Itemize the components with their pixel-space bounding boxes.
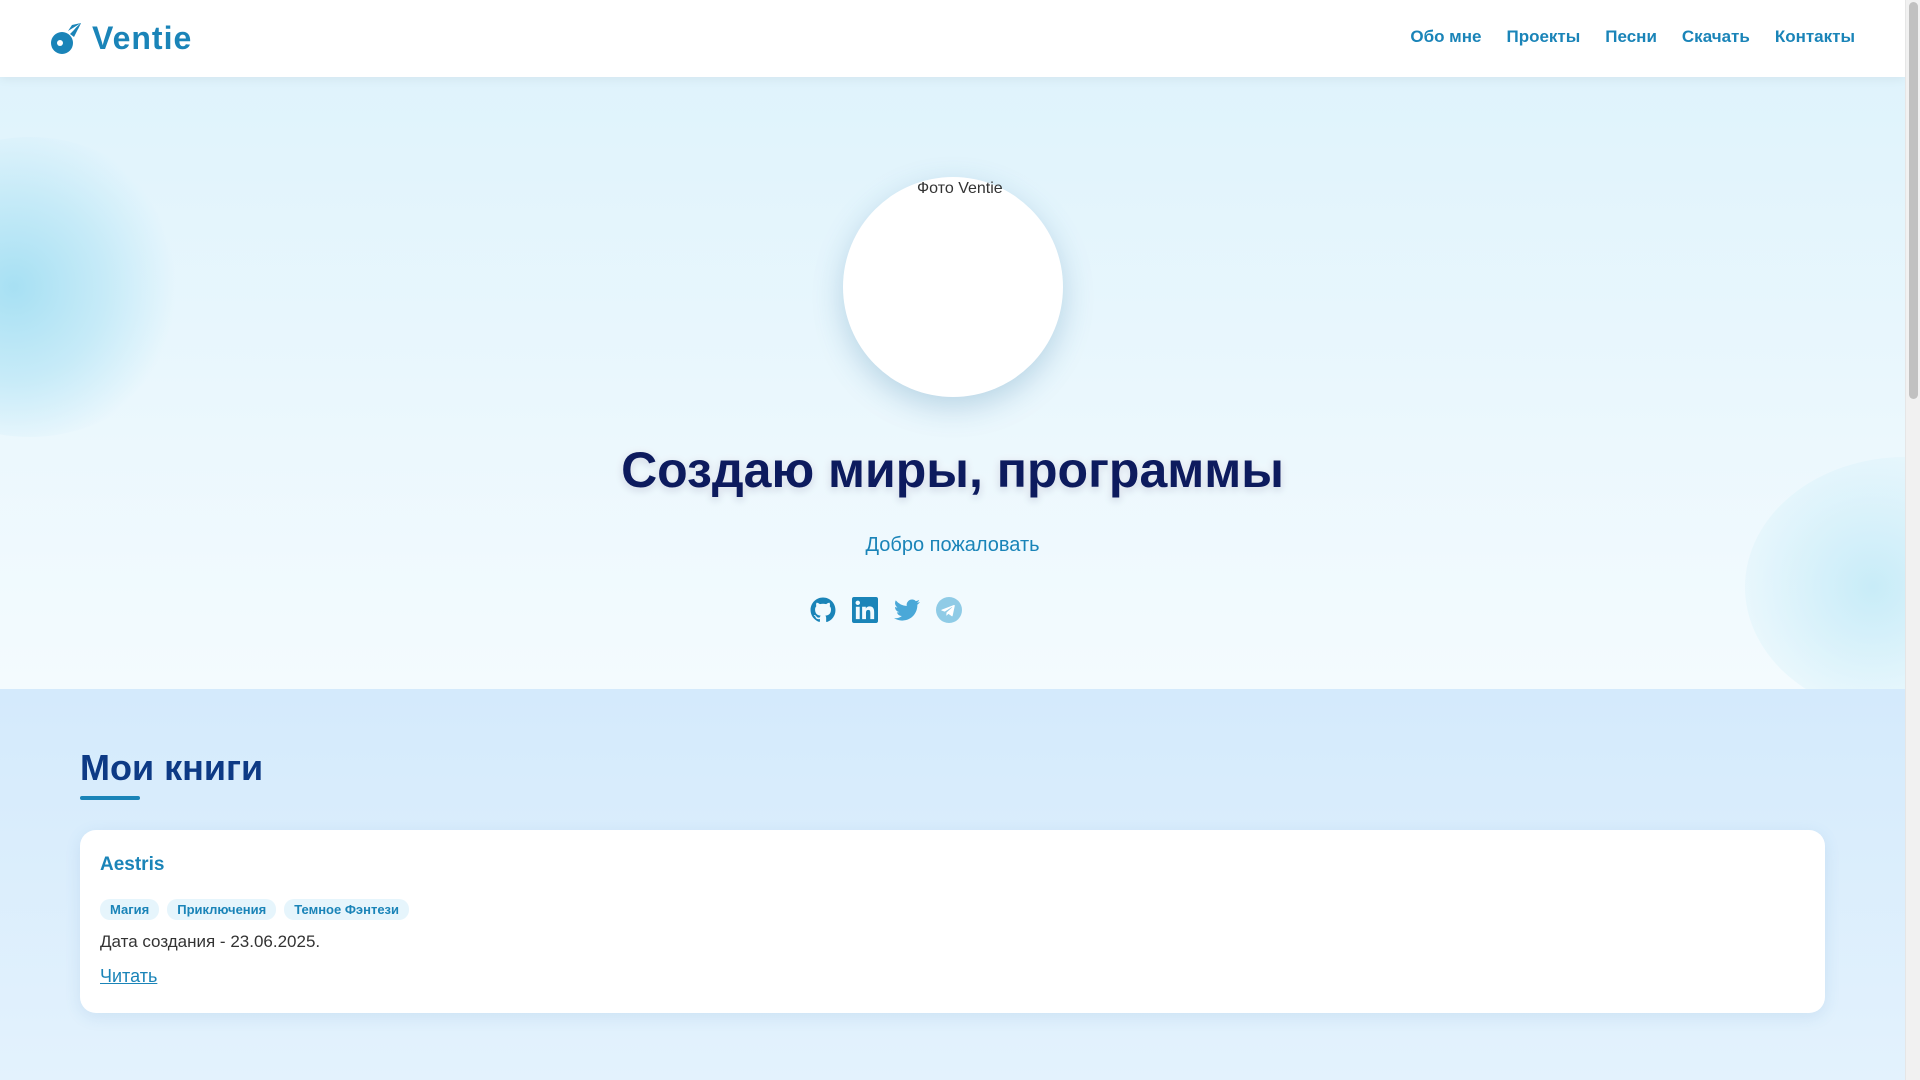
site-header: Ventie Обо мне Проекты Песни Скачать Кон…	[0, 0, 1905, 77]
book-date: Дата создания - 23.06.2025.	[100, 932, 321, 951]
page: Ventie Обо мне Проекты Песни Скачать Кон…	[0, 0, 1905, 1080]
linkedin-icon[interactable]	[852, 597, 878, 623]
book-title: Aestris	[100, 854, 165, 875]
comet-icon	[48, 21, 84, 57]
decorative-blob	[0, 137, 190, 437]
nav-item-projects[interactable]: Проекты	[1506, 27, 1580, 47]
social-links	[810, 597, 962, 623]
github-icon[interactable]	[810, 597, 836, 623]
tag: Магия	[100, 899, 160, 920]
book-tags: Магия Приключения Темное Фэнтези	[100, 899, 410, 920]
avatar	[843, 177, 1063, 397]
nav-item-contacts[interactable]: Контакты	[1775, 27, 1855, 47]
nav-item-songs[interactable]: Песни	[1605, 27, 1657, 47]
scrollbar-thumb[interactable]	[1909, 2, 1918, 399]
title-underline	[80, 796, 140, 800]
main-nav: Обо мне Проекты Песни Скачать Контакты	[1410, 27, 1855, 47]
tag: Темное Фэнтези	[284, 899, 410, 920]
read-link[interactable]: Читать	[100, 966, 157, 987]
twitter-icon[interactable]	[894, 597, 920, 623]
avatar-alt-text: Фото Ventie	[917, 180, 1003, 197]
telegram-icon[interactable]	[936, 597, 962, 623]
nav-item-download[interactable]: Скачать	[1682, 27, 1750, 47]
hero-section: Фото Ventie Создаю миры, программы Добро…	[0, 77, 1905, 689]
section-title: Мои книги	[80, 747, 264, 788]
scrollbar[interactable]	[1905, 0, 1920, 1080]
nav-item-about[interactable]: Обо мне	[1410, 27, 1481, 47]
hero-subtitle: Добро пожаловать	[865, 534, 1040, 556]
logo-text: Ventie	[92, 20, 193, 56]
logo-link[interactable]: Ventie	[48, 20, 192, 57]
book-card: Aestris Магия Приключения Темное Фэнтези…	[80, 830, 1825, 1013]
hero-title: Создаю миры, программы	[621, 442, 1284, 498]
tag: Приключения	[167, 899, 277, 920]
books-section: Мои книги Aestris Магия Приключения Темн…	[0, 689, 1905, 1080]
